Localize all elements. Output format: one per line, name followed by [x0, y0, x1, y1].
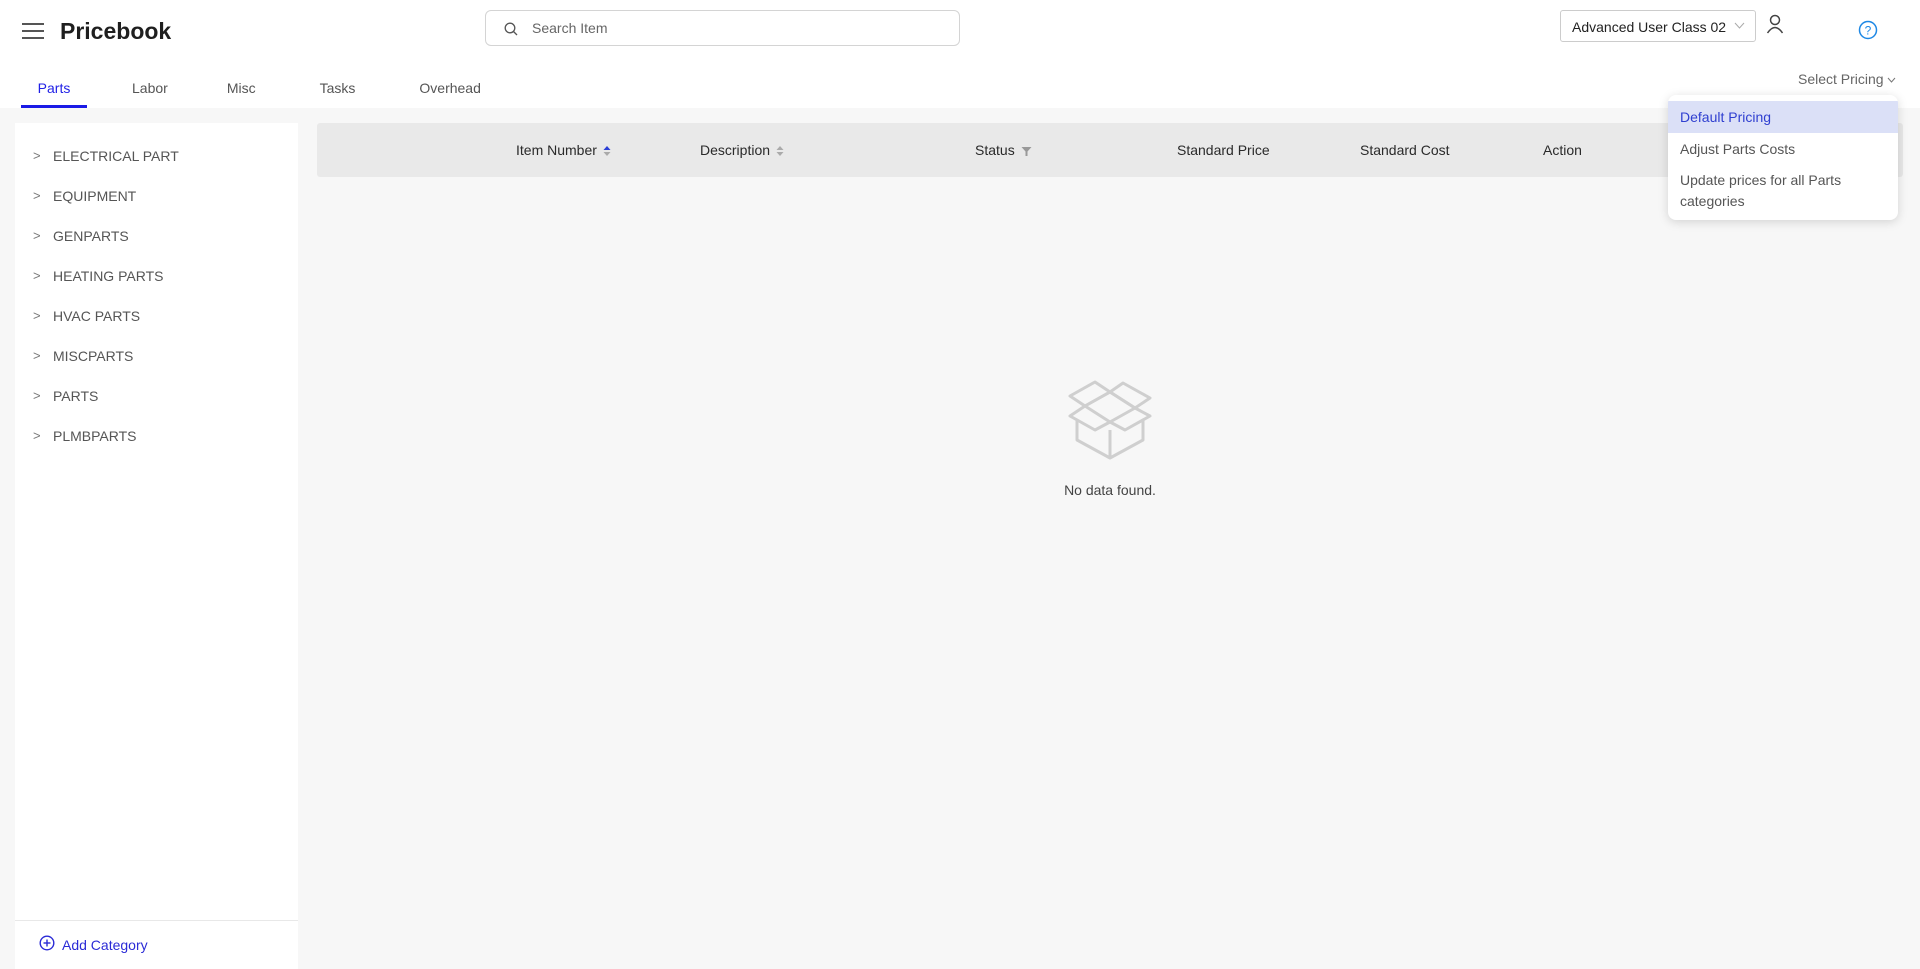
hamburger-menu-icon[interactable] — [22, 20, 44, 42]
svg-text:?: ? — [1865, 24, 1872, 38]
add-category-button[interactable]: Add Category — [39, 935, 148, 956]
chevron-right-icon: > — [33, 188, 41, 203]
sidebar-divider — [15, 920, 298, 921]
chevron-right-icon: > — [33, 268, 41, 283]
tab-overhead[interactable]: Overhead — [419, 72, 480, 108]
empty-state-text: No data found. — [1064, 482, 1156, 498]
column-item-number[interactable]: Item Number — [516, 142, 611, 158]
tab-misc[interactable]: Misc — [227, 72, 256, 108]
empty-box-icon — [1068, 380, 1152, 460]
column-status[interactable]: Status — [975, 142, 1032, 158]
column-standard-price: Standard Price — [1177, 142, 1270, 158]
chevron-right-icon: > — [33, 348, 41, 363]
user-class-value: Advanced User Class 02 — [1572, 19, 1727, 35]
select-pricing-dropdown[interactable]: Select Pricing — [1798, 71, 1896, 87]
chevron-right-icon: > — [33, 308, 41, 323]
tab-tasks[interactable]: Tasks — [320, 72, 356, 108]
add-category-label: Add Category — [62, 937, 148, 953]
category-item[interactable]: > PARTS — [15, 381, 298, 413]
pricing-dropdown-menu: Default Pricing Adjust Parts Costs Updat… — [1668, 95, 1898, 220]
pricing-option-adjust-costs[interactable]: Adjust Parts Costs — [1668, 133, 1898, 165]
pricing-option-update-all[interactable]: Update prices for all Parts categories — [1668, 165, 1898, 217]
chevron-right-icon: > — [33, 388, 41, 403]
sort-icon[interactable] — [776, 145, 784, 157]
empty-state — [1060, 378, 1160, 467]
pricing-option-default[interactable]: Default Pricing — [1668, 101, 1898, 133]
chevron-right-icon: > — [33, 428, 41, 443]
sort-ascending-icon[interactable] — [603, 145, 611, 157]
search-icon — [504, 22, 518, 36]
search-input[interactable] — [532, 17, 942, 39]
chevron-down-icon — [1734, 22, 1745, 29]
column-standard-cost: Standard Cost — [1360, 142, 1450, 158]
chevron-down-icon — [1887, 77, 1895, 83]
category-item[interactable]: > PLMBPARTS — [15, 421, 298, 453]
table-header: Item Number Description Status Standard … — [317, 123, 1903, 177]
category-item[interactable]: > HVAC PARTS — [15, 301, 298, 333]
filter-icon[interactable] — [1021, 146, 1032, 157]
category-sidebar: > ELECTRICAL PART > EQUIPMENT > GENPARTS > H… — [15, 123, 298, 969]
user-class-select[interactable]: Advanced User Class 02 — [1560, 10, 1756, 42]
column-action: Action — [1543, 142, 1582, 158]
help-icon[interactable]: ? — [1858, 20, 1878, 40]
category-item[interactable]: > ELECTRICAL PART — [15, 141, 298, 173]
plus-circle-icon — [39, 935, 55, 951]
category-item[interactable]: > MISCPARTS — [15, 341, 298, 373]
search-box[interactable] — [485, 10, 960, 46]
tab-labor[interactable]: Labor — [132, 72, 168, 108]
category-item[interactable]: > EQUIPMENT — [15, 181, 298, 213]
page-title: Pricebook — [60, 18, 172, 44]
top-bar: Pricebook Advanced User Class 02 ? Parts… — [0, 0, 1920, 108]
chevron-right-icon: > — [33, 148, 41, 163]
tab-parts[interactable]: Parts — [21, 72, 87, 108]
category-item[interactable]: > HEATING PARTS — [15, 261, 298, 293]
chevron-right-icon: > — [33, 228, 41, 243]
select-pricing-label: Select Pricing — [1798, 71, 1884, 87]
user-icon[interactable] — [1766, 14, 1784, 34]
tab-bar: Parts Labor Misc Tasks Overhead — [21, 72, 481, 108]
column-description[interactable]: Description — [700, 142, 784, 158]
category-item[interactable]: > GENPARTS — [15, 221, 298, 253]
